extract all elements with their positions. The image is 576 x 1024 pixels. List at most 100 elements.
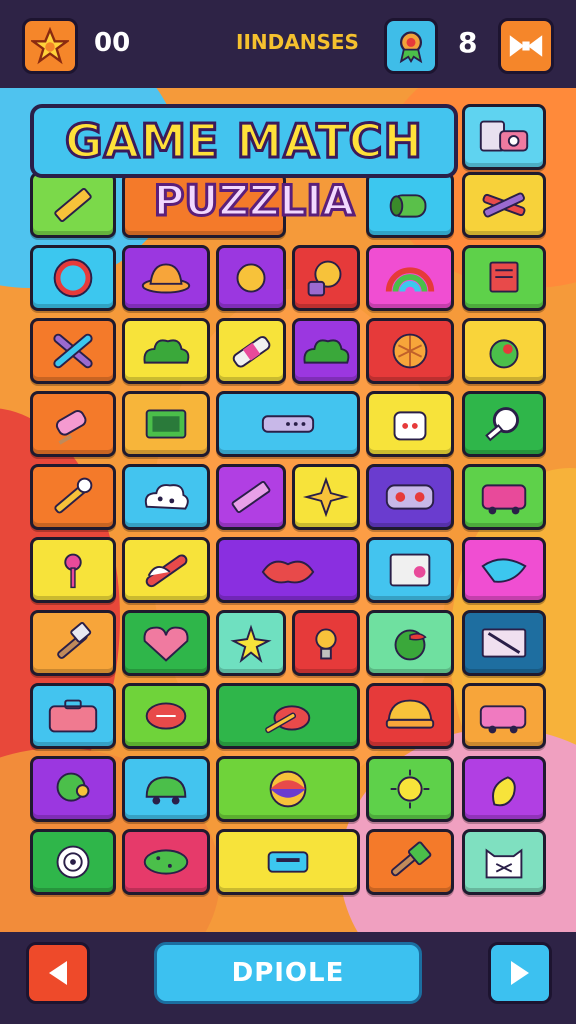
hammer-icon bbox=[43, 620, 103, 666]
badge-button[interactable] bbox=[384, 18, 438, 74]
star-icon bbox=[31, 27, 69, 65]
photos-icon bbox=[474, 114, 534, 160]
score-value: 00 bbox=[94, 28, 131, 58]
pie-icon bbox=[380, 328, 440, 374]
magnifier-icon bbox=[474, 401, 534, 447]
tile-heart[interactable] bbox=[122, 610, 210, 676]
tile-magnifier[interactable] bbox=[462, 391, 546, 457]
tile-pencil[interactable] bbox=[30, 172, 116, 238]
tile-van[interactable] bbox=[462, 683, 546, 749]
sun-icon bbox=[380, 766, 440, 812]
tile-tools[interactable] bbox=[462, 172, 546, 238]
tile-dice-cloud[interactable] bbox=[122, 464, 210, 530]
ball-icon bbox=[258, 766, 318, 812]
crossed-sticks-icon bbox=[43, 328, 103, 374]
tile-sun[interactable] bbox=[366, 756, 454, 822]
paint-icon bbox=[258, 693, 318, 739]
menu-button[interactable] bbox=[498, 18, 554, 74]
log-icon bbox=[380, 182, 440, 228]
bulb-icon bbox=[296, 620, 356, 666]
next-button[interactable] bbox=[488, 942, 552, 1004]
tile-bush[interactable] bbox=[122, 318, 210, 384]
tile-gamepad[interactable] bbox=[366, 464, 454, 530]
star-button[interactable] bbox=[22, 18, 78, 74]
tile-rolling-pin[interactable] bbox=[122, 537, 210, 603]
tile-turtle[interactable] bbox=[122, 756, 210, 822]
tile-lemon[interactable] bbox=[216, 245, 286, 311]
tile-leaf[interactable] bbox=[366, 610, 454, 676]
burger-icon bbox=[380, 693, 440, 739]
game-subtitle: PUZZLIA bbox=[152, 175, 356, 227]
bush-icon bbox=[136, 328, 196, 374]
tile-apple[interactable] bbox=[462, 318, 546, 384]
stamp-icon bbox=[380, 839, 440, 885]
rainbow-icon bbox=[380, 255, 440, 301]
star-shape-icon bbox=[296, 474, 356, 520]
apple-icon bbox=[474, 328, 534, 374]
tile-lips[interactable] bbox=[216, 537, 360, 603]
tile-popsicle[interactable] bbox=[30, 391, 116, 457]
pencil-icon bbox=[43, 182, 103, 228]
tile-rainbow[interactable] bbox=[366, 245, 454, 311]
header-label: IINDANSES bbox=[236, 30, 359, 54]
tile-paint[interactable] bbox=[216, 683, 360, 749]
bird-icon bbox=[474, 547, 534, 593]
tools-icon bbox=[474, 182, 534, 228]
tile-hammer[interactable] bbox=[30, 610, 116, 676]
tile-pie[interactable] bbox=[366, 318, 454, 384]
tile-brush[interactable] bbox=[30, 464, 116, 530]
heart-icon bbox=[136, 620, 196, 666]
tile-calculator[interactable] bbox=[366, 537, 454, 603]
tile-radio[interactable] bbox=[122, 391, 210, 457]
tile-ring[interactable] bbox=[30, 245, 116, 311]
projector-icon bbox=[258, 839, 318, 885]
tile-note[interactable] bbox=[462, 245, 546, 311]
tile-projector[interactable] bbox=[216, 829, 360, 895]
lion-icon bbox=[296, 255, 356, 301]
tile-pickle[interactable] bbox=[122, 829, 210, 895]
tile-football[interactable] bbox=[122, 683, 210, 749]
tile-shell[interactable] bbox=[30, 829, 116, 895]
right-arrow-icon bbox=[511, 961, 529, 985]
pepper-icon bbox=[474, 766, 534, 812]
cat-icon bbox=[474, 839, 534, 885]
tile-pepper[interactable] bbox=[462, 756, 546, 822]
tile-hat[interactable] bbox=[122, 245, 210, 311]
flute-icon bbox=[258, 401, 318, 447]
tile-cat[interactable] bbox=[462, 829, 546, 895]
van-icon bbox=[474, 693, 534, 739]
tile-suitcase[interactable] bbox=[30, 683, 116, 749]
bottle-icon bbox=[221, 328, 281, 374]
crayon-icon bbox=[221, 474, 281, 520]
sparkle-icon bbox=[221, 620, 281, 666]
tile-bus[interactable] bbox=[462, 464, 546, 530]
tile-pin[interactable] bbox=[30, 537, 116, 603]
badge-icon bbox=[399, 31, 423, 64]
prev-button[interactable] bbox=[26, 942, 90, 1004]
gamepad-icon bbox=[380, 474, 440, 520]
tile-photos[interactable] bbox=[462, 104, 546, 170]
main-action-button[interactable]: DPIOLE bbox=[154, 942, 422, 1004]
tile-sparkle[interactable] bbox=[216, 610, 286, 676]
tile-bulb[interactable] bbox=[292, 610, 360, 676]
title-banner: GAME MATCH bbox=[30, 104, 458, 178]
tile-lion[interactable] bbox=[292, 245, 360, 311]
tile-toaster[interactable] bbox=[366, 391, 454, 457]
tile-log[interactable] bbox=[366, 172, 454, 238]
tile-burger[interactable] bbox=[366, 683, 454, 749]
card-icon bbox=[474, 620, 534, 666]
tile-cloud[interactable] bbox=[292, 318, 360, 384]
tile-crayon[interactable] bbox=[216, 464, 286, 530]
tile-flute[interactable] bbox=[216, 391, 360, 457]
tile-card[interactable] bbox=[462, 610, 546, 676]
top-bar: 00 IINDANSES 8 bbox=[0, 0, 576, 88]
tile-chat[interactable] bbox=[30, 756, 116, 822]
tile-star-shape[interactable] bbox=[292, 464, 360, 530]
tile-ball[interactable] bbox=[216, 756, 360, 822]
tile-stamp[interactable] bbox=[366, 829, 454, 895]
tile-bottle[interactable] bbox=[216, 318, 286, 384]
calculator-icon bbox=[380, 547, 440, 593]
tile-crossed-sticks[interactable] bbox=[30, 318, 116, 384]
tile-bird[interactable] bbox=[462, 537, 546, 603]
brush-icon bbox=[43, 474, 103, 520]
